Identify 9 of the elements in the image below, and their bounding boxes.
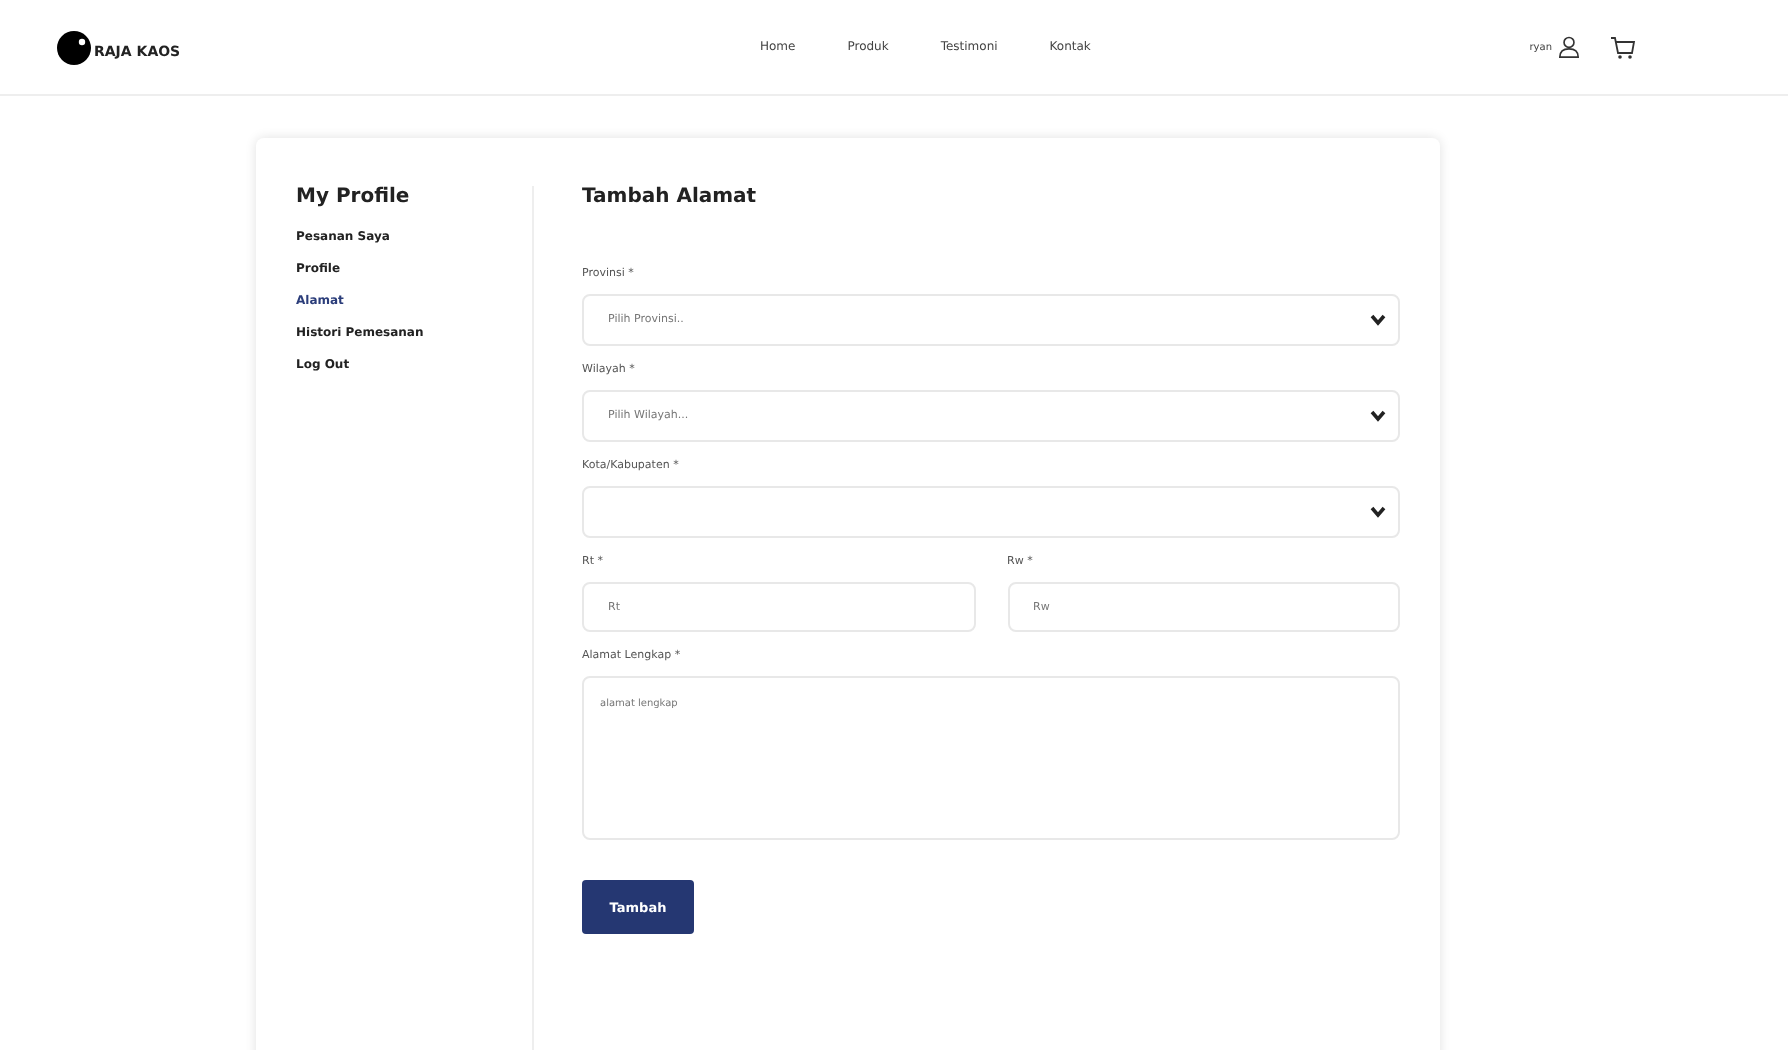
user-icon[interactable] <box>1558 36 1580 58</box>
chevron-down-icon <box>1370 410 1386 422</box>
select-field[interactable] <box>582 486 1400 538</box>
chevron-down-icon <box>1370 314 1386 326</box>
chevron-down-icon <box>1370 506 1386 518</box>
cart-icon[interactable] <box>1610 35 1636 59</box>
form-title: Tambah Alamat <box>582 186 759 208</box>
sidebar-title: My Profile <box>296 186 412 208</box>
logo-icon <box>56 29 92 65</box>
